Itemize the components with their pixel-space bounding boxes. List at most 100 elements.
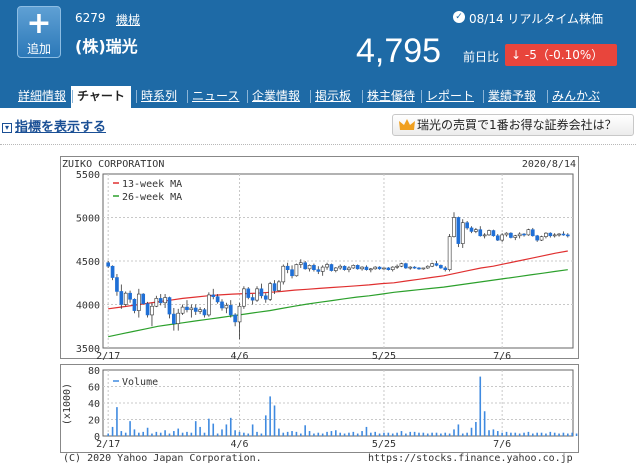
tab-2[interactable]: 時系列: [141, 86, 177, 106]
candle: [242, 286, 246, 309]
tab-8[interactable]: 業績予報: [488, 86, 536, 106]
add-to-portfolio-button[interactable]: + 追加: [17, 6, 61, 58]
candle-body: [495, 235, 500, 241]
volume-bar: [461, 433, 464, 436]
candle-body: [399, 263, 404, 267]
show-indicators-link[interactable]: ▾ 指標を表示する: [2, 116, 106, 135]
volume-bar: [313, 433, 315, 436]
volume-bar: [133, 429, 136, 436]
tab-separator: [247, 90, 248, 103]
chart-title: ZUIKO CORPORATION: [62, 159, 164, 170]
tab-3[interactable]: ニュース: [192, 86, 239, 106]
candle-body: [320, 266, 325, 272]
candle-body: [417, 267, 421, 270]
volume-bar: [545, 433, 547, 436]
candle-body: [565, 234, 570, 237]
candle: [509, 232, 513, 239]
candle-body: [136, 293, 141, 311]
volume-bar: [374, 431, 377, 436]
tab-1[interactable]: チャート: [71, 86, 131, 108]
candle-body: [342, 265, 347, 271]
volume-bar: [479, 376, 482, 436]
candle-body: [263, 295, 268, 300]
tab-9[interactable]: みんかぶ: [552, 86, 600, 106]
volume-bar: [440, 433, 442, 436]
volume-bar: [505, 431, 508, 436]
candle-body: [408, 266, 413, 269]
candle-body: [474, 229, 478, 232]
candle-body: [368, 268, 373, 271]
volume-bar: [514, 432, 517, 436]
volume-bar: [339, 432, 341, 436]
candle-body: [443, 267, 448, 270]
candle-body: [360, 266, 364, 270]
tab-separator: [362, 90, 363, 103]
tab-0[interactable]: 詳細情報: [18, 86, 66, 106]
volume-bar: [418, 432, 420, 436]
volume-tick-label: 20: [88, 416, 100, 427]
volume-bar: [470, 427, 473, 436]
tab-4[interactable]: 企業情報: [252, 86, 300, 106]
volume-bar: [488, 430, 490, 436]
volume-bar: [299, 433, 302, 436]
volume-bar: [348, 432, 350, 436]
volume-bar: [396, 432, 398, 436]
candle-body: [333, 267, 338, 271]
volume-bar: [435, 432, 438, 436]
candle-body: [242, 288, 246, 307]
candle: [491, 229, 496, 237]
volume-bar: [501, 432, 503, 436]
candle-body: [469, 227, 474, 232]
volume-bar: [151, 433, 153, 436]
x-tick-label: 4/6: [230, 351, 248, 362]
volume-bar: [527, 431, 530, 436]
price-tick-label: 4000: [76, 301, 100, 312]
candle-body: [307, 265, 312, 270]
chart-date: 2020/8/14: [522, 159, 576, 170]
tab-7[interactable]: レポート: [426, 86, 474, 106]
candle: [399, 262, 404, 268]
volume-bar: [558, 433, 560, 436]
add-button-label: 追加: [26, 42, 51, 56]
volume-bar: [448, 433, 451, 436]
candle: [439, 264, 443, 269]
x-tick-label: 5/25: [372, 351, 396, 362]
candle-body: [202, 309, 207, 316]
candle-body: [215, 296, 220, 303]
volume-bar: [304, 425, 306, 436]
volume-bar: [575, 433, 578, 436]
volume-bar: [391, 433, 394, 436]
candle-body: [526, 229, 531, 236]
volume-bar: [229, 417, 232, 436]
candle-body: [386, 267, 391, 270]
volume-bar: [409, 431, 412, 436]
stock-code: 6279: [75, 11, 106, 25]
volume-bar: [120, 431, 123, 436]
plus-icon: +: [26, 6, 52, 41]
volume-bar: [444, 432, 447, 436]
candle: [255, 286, 259, 302]
candle-body: [351, 265, 356, 269]
candle-body: [281, 265, 286, 283]
candle: [207, 292, 211, 317]
tab-5[interactable]: 掲示板: [315, 86, 351, 106]
candle-body: [123, 292, 128, 305]
candle: [404, 262, 408, 269]
volume-bar: [264, 415, 267, 436]
candle-body: [259, 288, 264, 297]
volume-bar: [492, 429, 495, 436]
volume-bar: [400, 431, 403, 436]
change-label: 前日比: [463, 50, 500, 64]
candle-body: [189, 307, 194, 311]
industry-link[interactable]: 機械: [116, 11, 140, 28]
legend-ma13-label: 13-week MA: [122, 179, 182, 190]
candle-body: [193, 307, 198, 312]
stock-header: + 追加 6279 機械 (株)瑞光 ✓ 08/14 リアルタイム株価 4,79…: [0, 0, 636, 108]
candle-body: [421, 267, 426, 270]
volume-bar: [466, 432, 468, 436]
volume-bar: [155, 431, 158, 436]
tab-6[interactable]: 株主優待: [367, 86, 415, 106]
candle-body: [115, 277, 119, 292]
broker-compare-button[interactable]: 瑞光の売買で1番お得な証券会社は？: [392, 114, 634, 136]
volume-bar: [107, 433, 109, 436]
